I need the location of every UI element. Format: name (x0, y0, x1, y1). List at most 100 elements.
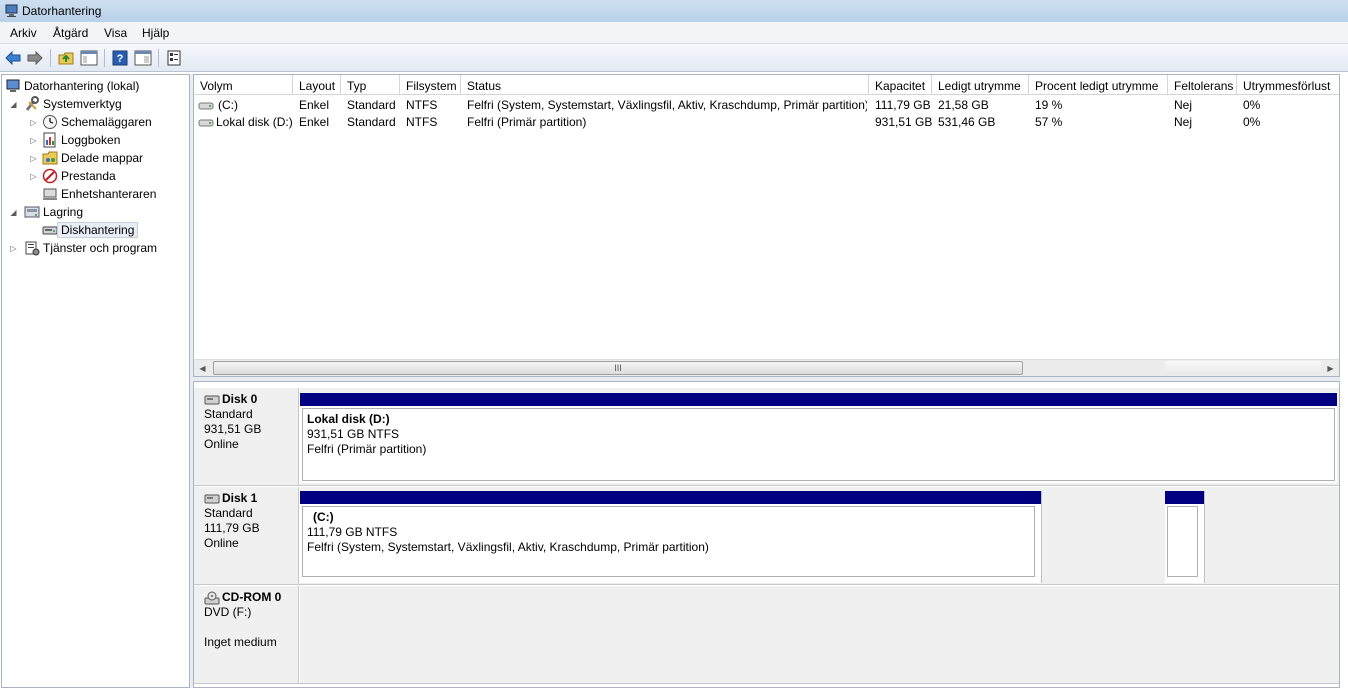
console-view-button[interactable] (133, 48, 153, 68)
cell-volym: (C:) (218, 98, 238, 112)
column-header-status[interactable]: Status (461, 75, 869, 95)
menu-arkiv[interactable]: Arkiv (10, 26, 37, 40)
disk-partition-area: (C:) 111,79 GB NTFS Felfri (System, Syst… (300, 487, 1339, 584)
table-row[interactable]: (C:) Enkel Standard NTFS Felfri (System,… (194, 96, 1339, 114)
column-header-ledigt[interactable]: Ledigt utrymme (932, 75, 1029, 95)
device-manager-icon (42, 186, 58, 202)
tree-item-systemtools[interactable]: Systemverktyg (24, 95, 122, 113)
expand-arrow-icon[interactable]: ▷ (29, 154, 38, 163)
cell-ledigt: 21,58 GB (938, 98, 989, 112)
disk-type: Standard (204, 506, 253, 520)
column-header-feltolerans[interactable]: Feltolerans (1168, 75, 1237, 95)
show-hide-tree-icon (80, 50, 98, 66)
cell-layout: Enkel (299, 98, 330, 112)
cell-status: Felfri (System, Systemstart, Växlingsfil… (467, 98, 867, 112)
cell-feltolerans: Nej (1174, 115, 1193, 129)
horizontal-scrollbar[interactable]: ◀ III ▶ (194, 359, 1339, 376)
disk-size: 931,51 GB (204, 422, 262, 436)
disk-type: Standard (204, 407, 253, 421)
drive-icon (198, 100, 214, 114)
menu-visa[interactable]: Visa (104, 26, 127, 40)
forward-button[interactable] (25, 48, 45, 68)
cell-status: Felfri (Primär partition) (467, 115, 587, 129)
scroll-grip: III (614, 363, 622, 373)
cdrom-icon (204, 591, 220, 604)
disk-info[interactable]: CD-ROM 0 DVD (F:) Inget medium (194, 586, 299, 683)
disk-state: Online (204, 536, 239, 550)
table-row[interactable]: Lokal disk (D:) Enkel Standard NTFS Felf… (194, 113, 1339, 131)
tree-item-diskmgmt[interactable]: Diskhantering (42, 221, 139, 239)
navigation-tree: Datorhantering (lokal) ◢ Systemverktyg ▷… (1, 74, 190, 688)
expand-arrow-icon[interactable]: ▷ (29, 136, 38, 145)
menu-atgard[interactable]: Åtgärd (53, 26, 88, 40)
scroll-left-icon[interactable]: ◀ (194, 360, 211, 376)
title-bar: Datorhantering (0, 0, 1348, 22)
tree-item-scheduler[interactable]: Schemaläggaren (42, 113, 152, 131)
collapse-arrow-icon[interactable]: ◢ (9, 208, 18, 217)
column-header-typ[interactable]: Typ (341, 75, 400, 95)
tree-item-devmgr[interactable]: Enhetshanteraren (42, 185, 156, 203)
help-button[interactable]: ? (110, 48, 130, 68)
column-header-volym[interactable]: Volym (194, 75, 293, 95)
column-header-procent[interactable]: Procent ledigt utrymme (1029, 75, 1168, 95)
cell-filsystem: NTFS (406, 98, 438, 112)
column-header-utrymmesforlust[interactable]: Utrymmesförlust (1237, 75, 1339, 95)
disk-drive-icon (204, 494, 220, 503)
tree-label-performance: Prestanda (61, 169, 116, 183)
cell-ledigt: 531,46 GB (938, 115, 996, 129)
tree-label-diskmgmt: Diskhantering (57, 222, 139, 238)
disk-partition-area: Lokal disk (D:) 931,51 GB NTFS Felfri (P… (300, 388, 1339, 485)
partition-unallocated[interactable] (1165, 491, 1205, 583)
menu-hjalp[interactable]: Hjälp (142, 26, 169, 40)
forward-arrow-icon (27, 51, 43, 65)
drive-icon (198, 117, 214, 131)
properties-button[interactable] (164, 48, 184, 68)
scroll-right-icon[interactable]: ▶ (1322, 360, 1339, 376)
disk-state: Inget medium (204, 635, 277, 649)
partition-d[interactable]: Lokal disk (D:) 931,51 GB NTFS Felfri (P… (300, 393, 1337, 483)
tree-item-performance[interactable]: Prestanda (42, 167, 116, 185)
clock-icon (42, 114, 58, 130)
disk-row[interactable]: Disk 0 Standard 931,51 GB Online Lokal d… (194, 388, 1339, 486)
disk-info[interactable]: Disk 0 Standard 931,51 GB Online (194, 388, 299, 485)
window-title: Datorhantering (22, 4, 102, 18)
tree-label-root: Datorhantering (lokal) (24, 79, 140, 93)
back-button[interactable] (3, 48, 23, 68)
folder-up-icon (58, 52, 74, 65)
disk-drive-icon (204, 395, 220, 404)
volume-list-header: Volym Layout Typ Filsystem Status Kapaci… (194, 75, 1339, 95)
column-header-kapacitet[interactable]: Kapacitet (869, 75, 932, 95)
tree-item-eventlog[interactable]: Loggboken (42, 131, 120, 149)
partition-bar (300, 491, 1041, 504)
disk-name: CD-ROM 0 (222, 590, 282, 604)
up-folder-button[interactable] (56, 48, 76, 68)
back-arrow-icon (5, 51, 21, 65)
disk-state: Online (204, 437, 239, 451)
partition-size: 931,51 GB NTFS (307, 427, 400, 441)
tree-label-devmgr: Enhetshanteraren (61, 187, 157, 201)
show-hide-tree-button[interactable] (79, 48, 99, 68)
tree-item-root[interactable]: Datorhantering (lokal) (5, 77, 139, 95)
disk-management-icon (42, 222, 58, 238)
collapse-arrow-icon[interactable]: ◢ (9, 100, 18, 109)
disk-row[interactable]: CD-ROM 0 DVD (F:) Inget medium (194, 586, 1339, 684)
column-header-filsystem[interactable]: Filsystem (400, 75, 461, 95)
tree-label-scheduler: Schemaläggaren (61, 115, 152, 129)
column-header-layout[interactable]: Layout (293, 75, 341, 95)
tree-item-storage[interactable]: Lagring (24, 203, 83, 221)
tree-label-services: Tjänster och program (43, 241, 158, 255)
tree-label-eventlog: Loggboken (61, 133, 121, 147)
partition-c[interactable]: (C:) 111,79 GB NTFS Felfri (System, Syst… (300, 491, 1042, 583)
cell-kapacitet: 931,51 GB (875, 115, 933, 129)
disk-info[interactable]: Disk 1 Standard 111,79 GB Online (194, 487, 299, 584)
expand-arrow-icon[interactable]: ▷ (9, 244, 18, 253)
cell-utrymmesforlust: 0% (1243, 115, 1261, 129)
menu-bar: Arkiv Åtgärd Visa Hjälp (0, 22, 1348, 44)
console-view-icon (134, 50, 152, 66)
tree-item-services[interactable]: Tjänster och program (24, 239, 157, 257)
disk-row[interactable]: Disk 1 Standard 111,79 GB Online (C:) 11… (194, 487, 1339, 585)
tree-item-shared[interactable]: Delade mappar (42, 149, 143, 167)
expand-arrow-icon[interactable]: ▷ (29, 172, 38, 181)
expand-arrow-icon[interactable]: ▷ (29, 118, 38, 127)
scroll-thumb[interactable]: III (213, 361, 1023, 375)
